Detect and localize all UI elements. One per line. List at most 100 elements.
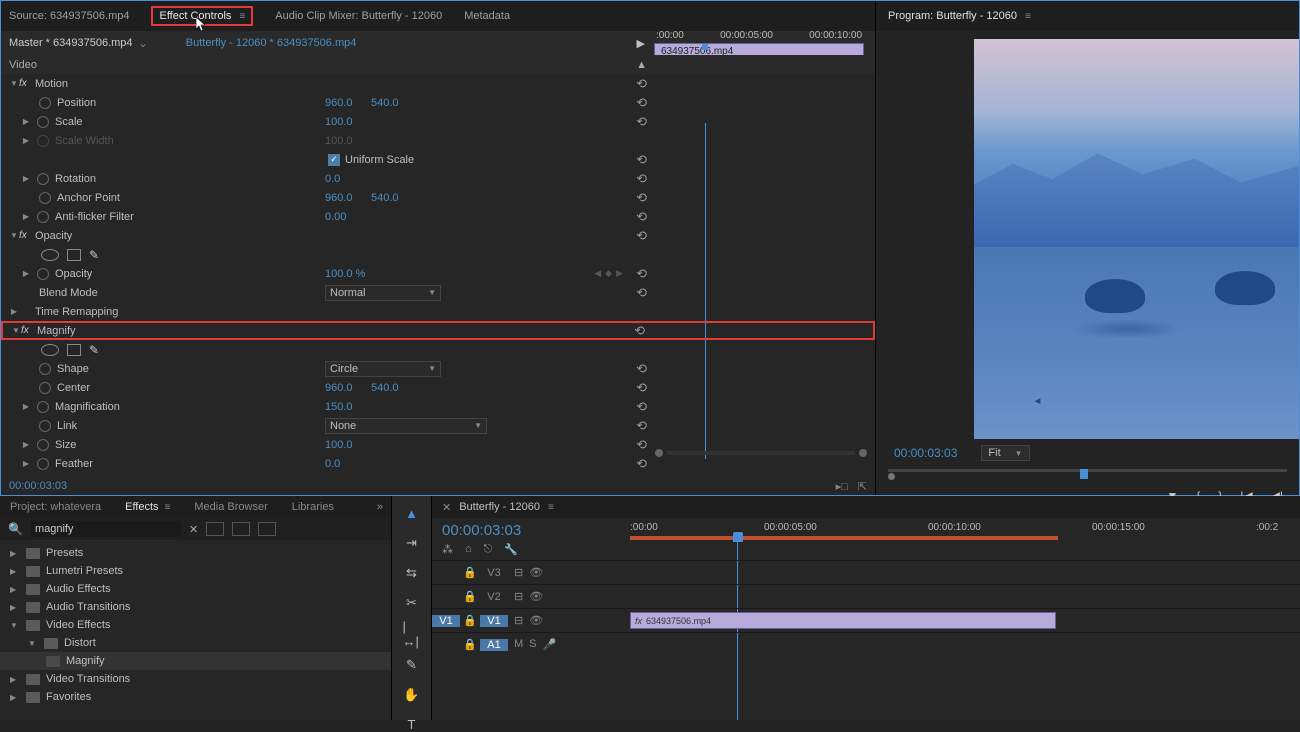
reset-motion[interactable]: ⟲ xyxy=(636,76,647,92)
anchor-x[interactable]: 960.0 xyxy=(325,192,353,204)
reset-opacity-grp[interactable]: ⟲ xyxy=(636,228,647,244)
reset-center[interactable]: ⟲ xyxy=(636,380,647,396)
twirl-size[interactable] xyxy=(21,440,31,449)
target-v1[interactable]: V1 xyxy=(480,615,508,627)
lane-v3[interactable] xyxy=(630,560,1300,584)
magnification-value[interactable]: 150.0 xyxy=(325,401,353,413)
lane-v1[interactable]: fx 634937506.mp4 xyxy=(630,608,1300,632)
uniform-scale-checkbox[interactable] xyxy=(328,154,340,166)
ec-timeline-scrollbar[interactable] xyxy=(655,447,867,459)
program-monitor-viewport[interactable]: ◄ xyxy=(974,39,1299,439)
mask-rect-icon-2[interactable] xyxy=(67,344,81,356)
reset-feather[interactable]: ⟲ xyxy=(636,456,647,472)
lane-a1[interactable] xyxy=(630,632,1300,656)
tool-razor[interactable]: ✂ xyxy=(403,595,421,611)
twirl-antiflicker[interactable] xyxy=(21,212,31,221)
tab-source[interactable]: Source: 634937506.mp4 xyxy=(9,10,129,22)
twirl-opacity-v[interactable] xyxy=(21,269,31,278)
lane-v2[interactable] xyxy=(630,584,1300,608)
fx-icon-opacity[interactable]: fx xyxy=(19,230,31,241)
tab-project[interactable]: Project: whatevera xyxy=(10,501,101,513)
reset-scale[interactable]: ⟲ xyxy=(636,114,647,130)
program-playhead[interactable] xyxy=(1080,469,1088,479)
target-v3[interactable]: V3 xyxy=(480,567,508,579)
stopwatch-anchor[interactable] xyxy=(39,192,51,204)
reset-link[interactable]: ⟲ xyxy=(636,418,647,434)
fx-badge-3[interactable] xyxy=(258,522,276,536)
stopwatch-scale[interactable] xyxy=(37,116,49,128)
position-x[interactable]: 960.0 xyxy=(325,97,353,109)
antiflicker-value[interactable]: 0.00 xyxy=(325,211,346,223)
tab-libraries[interactable]: Libraries xyxy=(292,501,334,513)
scrub-knob-left[interactable] xyxy=(888,473,895,480)
fx-icon[interactable]: fx xyxy=(19,78,31,89)
feather-value[interactable]: 0.0 xyxy=(325,458,340,470)
twirl-feather[interactable] xyxy=(21,459,31,468)
program-menu-icon[interactable]: ≡ xyxy=(1025,11,1031,22)
clear-search-icon[interactable]: ✕ xyxy=(189,523,198,536)
stopwatch-mag[interactable] xyxy=(37,401,49,413)
mask-ellipse-icon[interactable] xyxy=(41,249,59,261)
play-only-icon[interactable]: ▶ xyxy=(637,37,645,50)
reset-shape[interactable]: ⟲ xyxy=(636,361,647,377)
lock-a1[interactable]: 🔒 xyxy=(460,638,480,651)
reset-antiflicker[interactable]: ⟲ xyxy=(636,209,647,225)
stopwatch-feather[interactable] xyxy=(37,458,49,470)
reset-opacity[interactable]: ⟲ xyxy=(636,266,647,282)
mask-pen-icon[interactable]: ✎ xyxy=(89,248,99,262)
panel-menu-icon[interactable]: ≡ xyxy=(239,11,245,22)
mask-rect-icon[interactable] xyxy=(67,249,81,261)
stopwatch-center[interactable] xyxy=(39,382,51,394)
scale-value[interactable]: 100.0 xyxy=(325,116,353,128)
lock-v2[interactable]: 🔒 xyxy=(460,590,480,603)
timeline-timecode[interactable]: 00:00:03:03 xyxy=(442,522,620,539)
reset-mag[interactable]: ⟲ xyxy=(636,399,647,415)
tl-settings-icon[interactable]: 🔧 xyxy=(504,543,518,556)
tab-media-browser[interactable]: Media Browser xyxy=(194,501,267,513)
tree-distort[interactable]: ▼Distort xyxy=(0,634,391,652)
twirl-magnify[interactable] xyxy=(11,326,21,335)
fx-badge-2[interactable] xyxy=(232,522,250,536)
reset-anchor[interactable]: ⟲ xyxy=(636,190,647,206)
tl-marker-icon[interactable]: ⌂ xyxy=(465,543,472,556)
target-a1[interactable]: A1 xyxy=(480,639,508,651)
tl-link-icon[interactable]: ⎋ xyxy=(484,543,493,556)
tool-slip[interactable]: |↔| xyxy=(403,625,421,643)
tool-track-select[interactable]: ⇥ xyxy=(403,535,421,551)
stopwatch-rotation[interactable] xyxy=(37,173,49,185)
twirl-opacity[interactable] xyxy=(9,231,19,240)
reset-magnify[interactable]: ⟲ xyxy=(634,323,645,339)
voice-a1[interactable]: 🎤 xyxy=(543,638,557,651)
solo-a1[interactable]: S xyxy=(529,638,536,651)
reset-blend[interactable]: ⟲ xyxy=(636,285,647,301)
section-toggle-icon[interactable]: ▲ xyxy=(636,59,647,71)
caret-down-icon[interactable]: ⌄ xyxy=(139,37,148,50)
twirl-mag[interactable] xyxy=(21,402,31,411)
tab-metadata[interactable]: Metadata xyxy=(464,10,510,22)
fx-icon-magnify[interactable]: fx xyxy=(21,325,33,336)
tl-snap-icon[interactable]: ⁂ xyxy=(442,543,453,556)
size-value[interactable]: 100.0 xyxy=(325,439,353,451)
lock-v3[interactable]: 🔒 xyxy=(460,566,480,579)
keyframe-nav[interactable]: ◀◆▶ xyxy=(594,268,623,279)
opacity-value[interactable]: 100.0 % xyxy=(325,268,365,280)
eye-v2[interactable]: 👁 xyxy=(529,590,543,603)
stopwatch-link[interactable] xyxy=(39,420,51,432)
reset-rotation[interactable]: ⟲ xyxy=(636,171,647,187)
src-v1[interactable]: V1 xyxy=(432,615,460,627)
sync-v2[interactable]: ⊟ xyxy=(514,590,523,603)
tree-presets[interactable]: ▶Presets xyxy=(0,544,391,562)
sync-v3[interactable]: ⊟ xyxy=(514,566,523,579)
reset-uniform[interactable]: ⟲ xyxy=(636,152,647,168)
tree-video-tr[interactable]: ▶Video Transitions xyxy=(0,670,391,688)
tool-selection[interactable]: ▲ xyxy=(403,506,421,521)
close-sequence-icon[interactable]: ✕ xyxy=(442,501,451,514)
tree-magnify-effect[interactable]: Magnify xyxy=(0,652,391,670)
stopwatch-position[interactable] xyxy=(39,97,51,109)
twirl-scale[interactable] xyxy=(21,117,31,126)
target-v2[interactable]: V2 xyxy=(480,591,508,603)
rotation-value[interactable]: 0.0 xyxy=(325,173,340,185)
stopwatch-size[interactable] xyxy=(37,439,49,451)
tree-audio-tr[interactable]: ▶Audio Transitions xyxy=(0,598,391,616)
tree-audio-fx[interactable]: ▶Audio Effects xyxy=(0,580,391,598)
